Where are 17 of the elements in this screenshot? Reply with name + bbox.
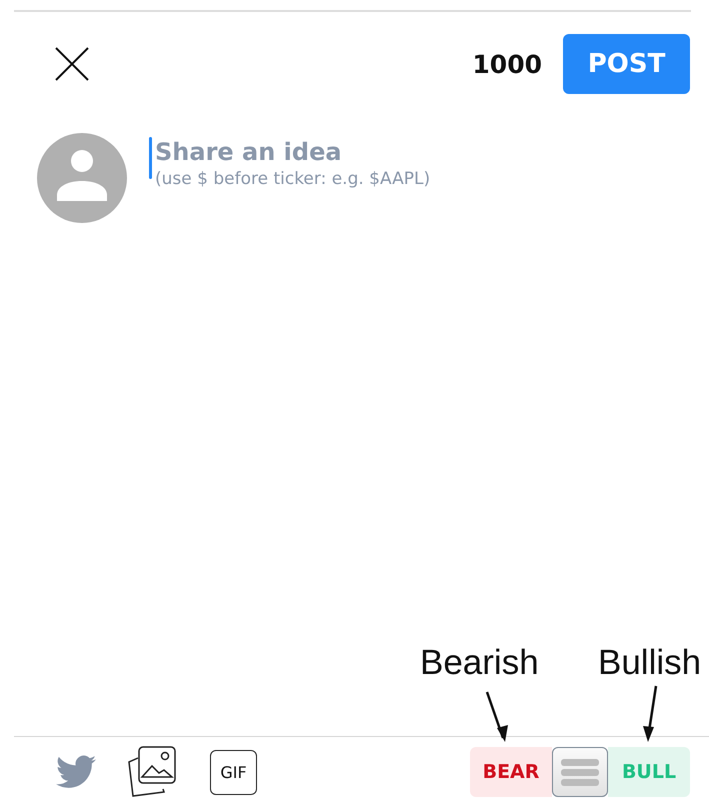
post-input-placeholder[interactable]: Share an idea — [155, 137, 430, 167]
annotation-label: Bullish — [598, 643, 702, 683]
image-icon[interactable] — [126, 746, 178, 798]
post-button[interactable]: POST — [563, 34, 690, 94]
close-icon — [54, 46, 90, 82]
annotation-arrow — [643, 686, 658, 742]
gif-button[interactable]: GIF — [210, 750, 257, 794]
annotation-label: Bearish — [420, 643, 539, 683]
annotation-arrow — [486, 692, 508, 742]
character-count: 1000 — [472, 50, 542, 78]
bird-icon[interactable] — [56, 755, 96, 789]
bear-button[interactable]: BEAR — [470, 747, 552, 797]
avatar-icon — [37, 133, 127, 223]
slider-thumb[interactable] — [552, 747, 608, 797]
close-button[interactable] — [54, 46, 90, 82]
ticker-hint: (use $ before ticker: e.g. $AAPL) — [155, 168, 430, 191]
bull-button[interactable]: BULL — [608, 747, 690, 797]
